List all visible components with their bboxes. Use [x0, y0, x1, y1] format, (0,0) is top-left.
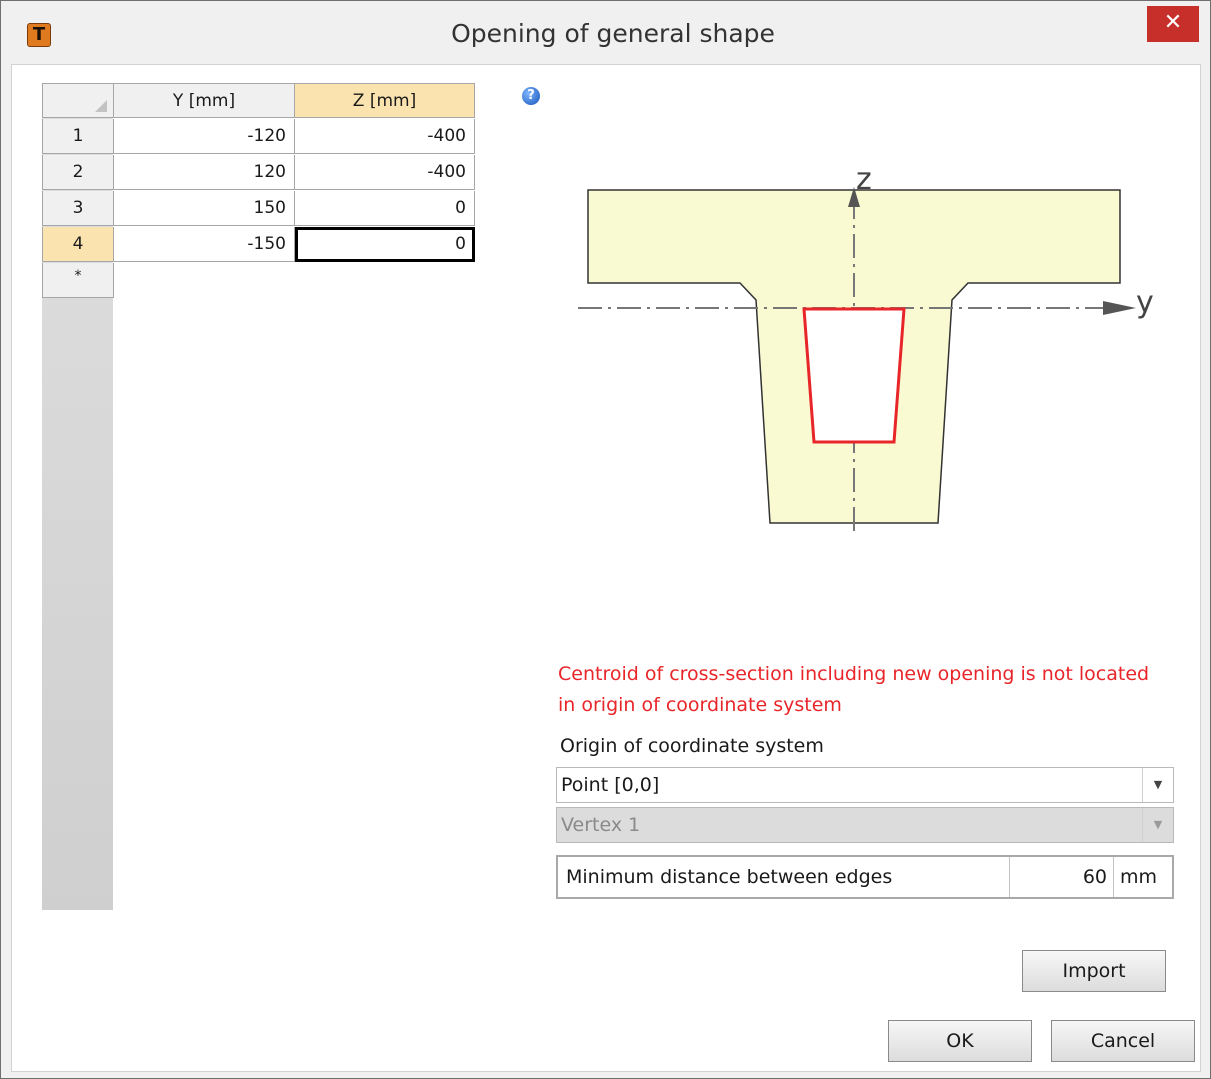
warning-line-2: in origin of coordinate system [558, 694, 842, 716]
cell-z[interactable]: 0 [295, 191, 475, 226]
close-button[interactable]: ✕ [1147, 6, 1199, 42]
min-distance-unit: mm [1113, 857, 1172, 897]
opening-shape [802, 307, 906, 444]
close-icon: ✕ [1163, 10, 1183, 35]
cell-z-selected[interactable]: 0 [295, 227, 475, 262]
select-all-corner[interactable] [42, 83, 114, 118]
row-header[interactable]: 1 [42, 119, 114, 154]
help-icon[interactable]: ? [522, 87, 540, 105]
row-header[interactable]: 2 [42, 155, 114, 190]
cell-y[interactable]: 150 [114, 191, 295, 226]
cell-y[interactable]: 120 [114, 155, 295, 190]
dialog-window: T Opening of general shape ✕ Y [mm] Z [m… [0, 0, 1211, 1079]
min-distance-input[interactable]: 60 [1009, 857, 1113, 897]
cell-y[interactable]: -150 [114, 227, 295, 262]
axis-z-label: z [856, 162, 872, 197]
dialog-title: Opening of general shape [451, 19, 775, 48]
cell-y[interactable]: -120 [114, 119, 295, 154]
row-header[interactable]: 4 [42, 227, 114, 262]
vertex-select-value: Vertex 1 [561, 814, 641, 836]
title-bar[interactable]: T Opening of general shape ✕ [1, 1, 1210, 63]
cancel-button[interactable]: Cancel [1051, 1020, 1195, 1062]
ok-button[interactable]: OK [888, 1020, 1032, 1062]
vertex-select: Vertex 1 ▼ [556, 807, 1174, 843]
axis-y-label: y [1136, 285, 1154, 320]
corner-triangle-icon [95, 100, 107, 112]
cross-section-diagram: z y [578, 162, 1154, 533]
column-header-y[interactable]: Y [mm] [114, 83, 295, 118]
column-header-z[interactable]: Z [mm] [295, 83, 475, 118]
min-distance-label: Minimum distance between edges [566, 866, 893, 888]
cell-z[interactable]: -400 [295, 119, 475, 154]
warning-line-1: Centroid of cross-section including new … [558, 663, 1150, 685]
cell-z[interactable]: -400 [295, 155, 475, 190]
import-button[interactable]: Import [1022, 950, 1166, 992]
origin-label: Origin of coordinate system [560, 735, 824, 757]
origin-select[interactable]: Point [0,0] ▼ [556, 767, 1174, 803]
centroid-warning: Centroid of cross-section including new … [558, 659, 1178, 721]
dialog-content: Y [mm] Z [mm] ? 1 -120 -400 2 120 -400 3… [11, 64, 1201, 1072]
row-header[interactable]: 3 [42, 191, 114, 226]
dropdown-arrow-icon[interactable]: ▼ [1142, 768, 1173, 802]
new-row-marker[interactable]: * [42, 263, 114, 298]
dropdown-arrow-icon: ▼ [1142, 808, 1173, 842]
y-axis-arrow-icon [1103, 301, 1136, 315]
min-distance-field: Minimum distance between edges 60 mm [556, 855, 1174, 899]
origin-select-value: Point [0,0] [561, 774, 660, 796]
